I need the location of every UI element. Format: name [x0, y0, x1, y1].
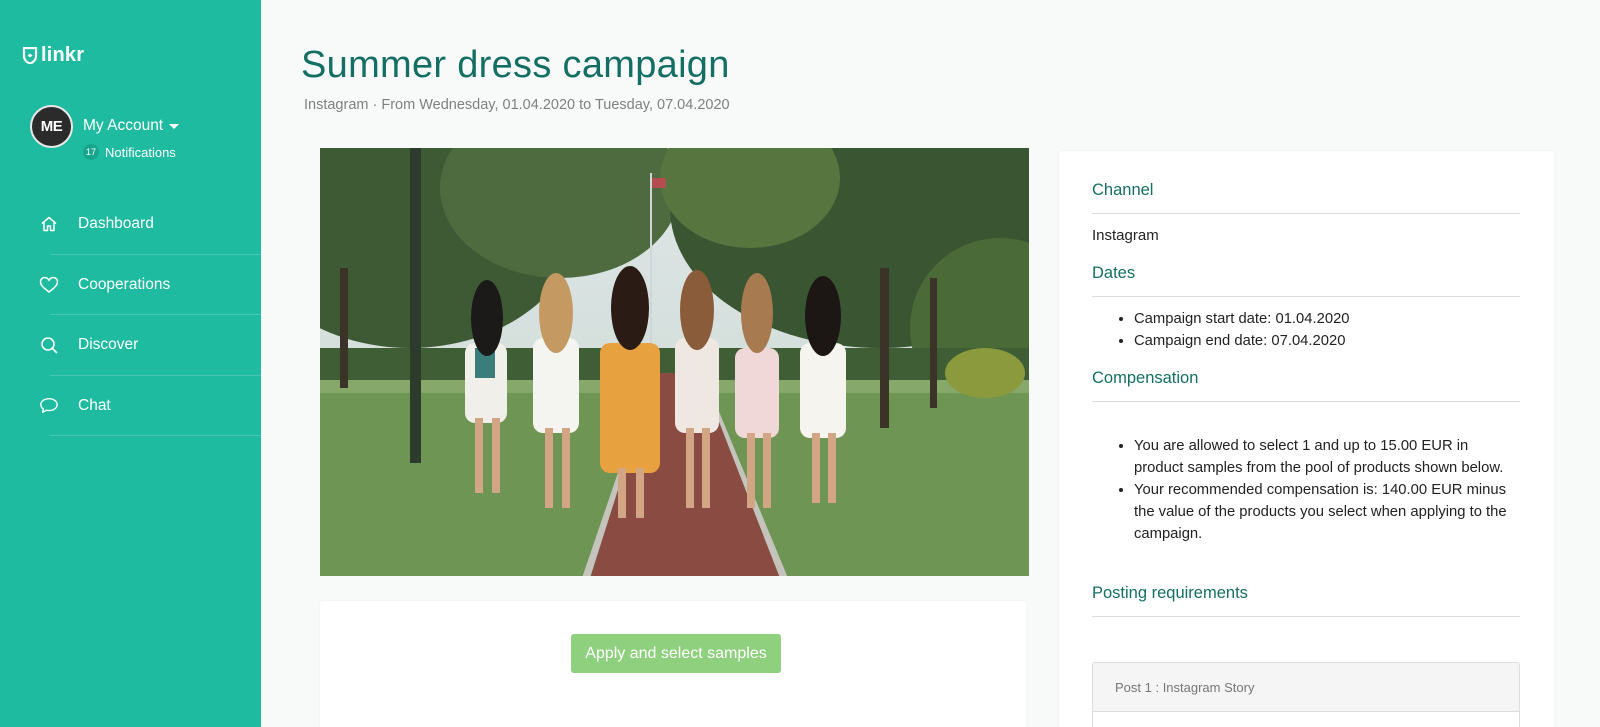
- notifications-link[interactable]: 17 Notifications: [83, 144, 179, 160]
- list-item: You are allowed to select 1 and up to 15…: [1134, 435, 1520, 479]
- posting-requirements-section: Posting requirements: [1092, 584, 1520, 617]
- account-name: My Account: [83, 117, 164, 134]
- dates-heading: Dates: [1092, 264, 1520, 297]
- campaign-subtitle: Instagram · From Wednesday, 01.04.2020 t…: [304, 97, 730, 113]
- caret-down-icon: [169, 124, 180, 129]
- sidebar-item-chat[interactable]: Chat: [0, 376, 261, 437]
- notification-count-badge: 17: [83, 144, 99, 160]
- channel-heading: Channel: [1092, 181, 1520, 214]
- post-requirement-panel[interactable]: Post 1 : Instagram Story: [1092, 662, 1520, 727]
- app-root: linkr ME My Account 17 Notifications Das…: [0, 0, 1600, 727]
- sidebar-item-dashboard[interactable]: Dashboard: [0, 194, 261, 255]
- campaign-hero-image: [320, 148, 1029, 576]
- compensation-heading: Compensation: [1092, 369, 1520, 402]
- main-content: Summer dress campaign Instagram · From W…: [261, 0, 1600, 727]
- sidebar-item-cooperations[interactable]: Cooperations: [0, 255, 261, 316]
- sidebar-nav: Dashboard Cooperations Discover Chat: [0, 194, 261, 436]
- sidebar-item-discover[interactable]: Discover: [0, 315, 261, 376]
- compensation-section: Compensation You are allowed to select 1…: [1092, 369, 1520, 545]
- logo[interactable]: linkr: [22, 44, 84, 67]
- channel-value: Instagram: [1092, 227, 1159, 244]
- list-item: Your recommended compensation is: 140.00…: [1134, 479, 1520, 545]
- account-info: My Account 17 Notifications: [83, 105, 180, 160]
- list-item: Campaign end date: 07.04.2020: [1134, 330, 1520, 352]
- campaign-photo-illustration: [320, 148, 1029, 576]
- apply-card: Apply and select samples: [320, 601, 1026, 727]
- page-title: Summer dress campaign: [301, 44, 730, 86]
- sidebar-item-label: Dashboard: [78, 215, 154, 233]
- account-block: ME My Account 17 Notifications: [30, 105, 180, 160]
- search-icon: [39, 335, 59, 355]
- post-requirement-header: Post 1 : Instagram Story: [1093, 663, 1519, 712]
- chat-bubble-icon: [39, 396, 59, 416]
- logo-text: linkr: [41, 44, 85, 66]
- home-icon: [39, 214, 59, 234]
- sidebar: linkr ME My Account 17 Notifications Das…: [0, 0, 261, 727]
- dates-list: Campaign start date: 01.04.2020 Campaign…: [1092, 308, 1520, 352]
- avatar[interactable]: ME: [30, 105, 73, 148]
- compensation-list: You are allowed to select 1 and up to 15…: [1092, 435, 1520, 545]
- channel-section: Channel Instagram: [1092, 181, 1520, 244]
- posting-requirements-heading: Posting requirements: [1092, 584, 1520, 617]
- campaign-details-card: Channel Instagram Dates Campaign start d…: [1059, 151, 1554, 727]
- notifications-label: Notifications: [105, 144, 176, 160]
- heart-icon: [39, 275, 59, 295]
- avatar-initials: ME: [40, 118, 63, 135]
- apply-and-select-samples-button[interactable]: Apply and select samples: [571, 634, 781, 673]
- dates-section: Dates Campaign start date: 01.04.2020 Ca…: [1092, 264, 1520, 352]
- account-menu-toggle[interactable]: My Account: [83, 117, 180, 135]
- list-item: Campaign start date: 01.04.2020: [1134, 308, 1520, 330]
- linkr-logo-icon: [22, 47, 38, 64]
- sidebar-item-label: Discover: [78, 336, 139, 354]
- sidebar-item-label: Cooperations: [78, 275, 171, 293]
- sidebar-item-label: Chat: [78, 396, 111, 414]
